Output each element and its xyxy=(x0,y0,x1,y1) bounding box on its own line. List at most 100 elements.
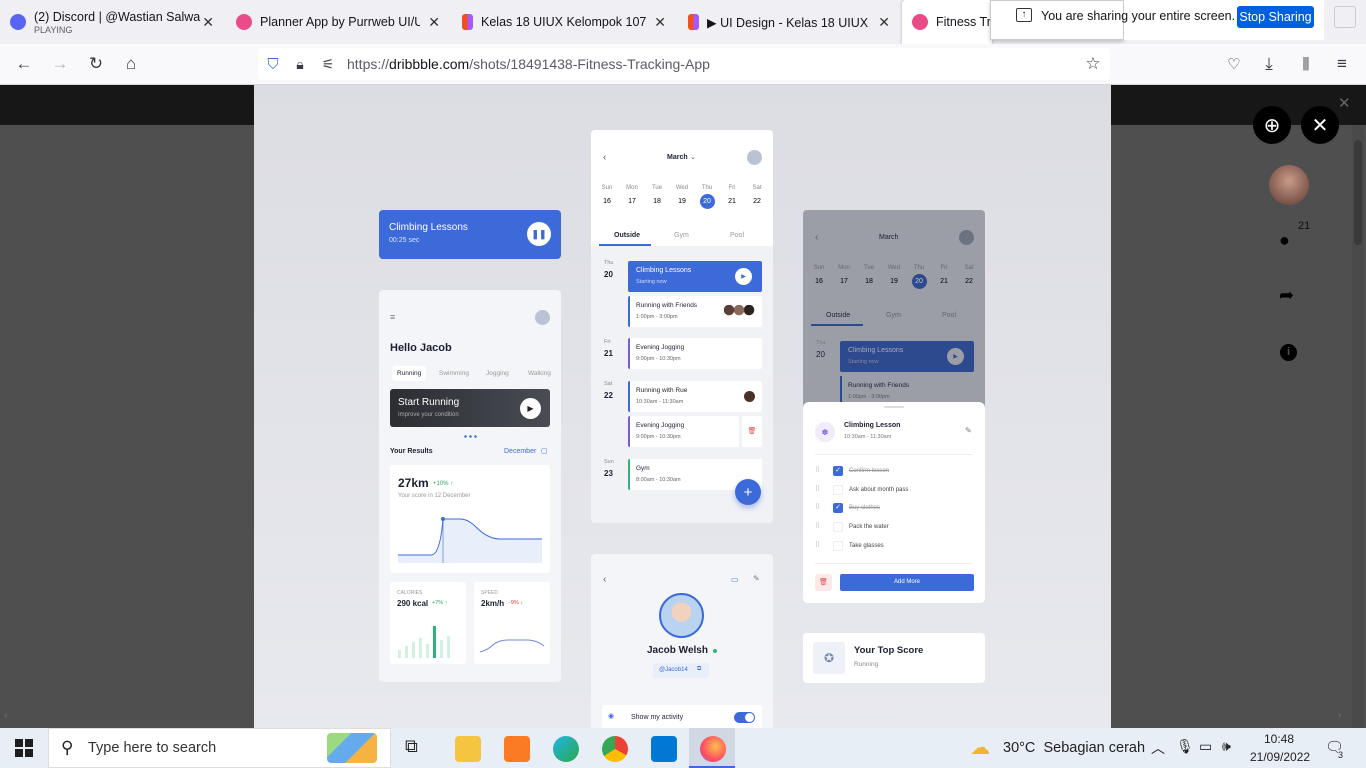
search-highlight-icon[interactable] xyxy=(327,733,377,763)
scrollbar-thumb[interactable] xyxy=(1354,140,1362,245)
checklist-item[interactable]: ⠿ Take glasses xyxy=(815,539,975,558)
volume-icon[interactable]: 🕪︎ xyxy=(1222,738,1231,755)
event-card-active[interactable]: Climbing Lessons Starting now ▶ xyxy=(840,341,974,372)
close-tab-icon[interactable]: ✕ xyxy=(428,14,440,31)
zoom-in-button[interactable]: ⊕ xyxy=(1253,106,1291,144)
copy-icon[interactable]: ⧉ xyxy=(697,666,701,673)
scroll-left-arrow[interactable]: ‹ xyxy=(4,710,7,721)
month-selector[interactable]: December xyxy=(504,448,536,455)
back-chevron-icon[interactable]: ‹ xyxy=(815,232,818,243)
avatar[interactable] xyxy=(747,150,762,165)
tab-outside[interactable]: Outside xyxy=(826,312,850,319)
lock-icon[interactable]: 🔒︎ xyxy=(290,54,310,74)
forward-icon[interactable]: → xyxy=(50,54,70,74)
info-icon[interactable]: i xyxy=(1280,344,1297,361)
menu-icon[interactable]: ≡ xyxy=(1332,54,1352,74)
drag-handle-icon[interactable]: ⠿ xyxy=(815,541,820,549)
close-shot-button[interactable]: ✕ xyxy=(1301,106,1339,144)
add-event-button[interactable]: + xyxy=(735,479,761,505)
climbing-player-card[interactable]: Climbing Lessons 00:25 sec ❚❚ xyxy=(379,210,561,259)
clock-time[interactable]: 10:48 xyxy=(1264,732,1294,746)
day-item-selected[interactable]: Thu 20 xyxy=(907,265,931,295)
weather-text[interactable]: 30°C Sebagian cerah xyxy=(1003,740,1145,756)
event-card[interactable]: Running with Rue 10:30am - 11:30am xyxy=(628,381,762,412)
start-running-banner[interactable]: Start Running Improve your condition ▶ xyxy=(390,389,550,427)
calendar-icon[interactable]: ▢ xyxy=(541,447,548,455)
checklist-item[interactable]: ⠿ ✓ Confirm lesson xyxy=(815,464,975,483)
edge-icon[interactable] xyxy=(553,736,579,762)
calendar-month[interactable]: March xyxy=(667,154,688,161)
drag-handle-icon[interactable]: ⠿ xyxy=(815,522,820,530)
checkbox[interactable] xyxy=(833,522,843,533)
permissions-icon[interactable]: ⚟ xyxy=(318,54,338,74)
event-card[interactable]: Running with Friends 1:00pm - 3:00pm xyxy=(628,296,762,327)
chevron-up-icon[interactable]: ︿ xyxy=(1151,738,1165,758)
day-item-selected[interactable]: Thu 20 xyxy=(695,185,719,215)
download-icon[interactable]: ⤓ xyxy=(1259,54,1279,74)
image-icon[interactable]: ▭ xyxy=(731,575,739,584)
reload-icon[interactable]: ↻ xyxy=(86,54,106,74)
vscode-icon[interactable] xyxy=(651,736,677,762)
tab-discord[interactable]: (2) Discord | @Wastian Salwa PLAYING ✕ xyxy=(0,0,222,44)
chrome-icon[interactable] xyxy=(602,736,628,762)
comment-icon[interactable]: ● xyxy=(1279,230,1290,251)
back-chevron-icon[interactable]: ‹ xyxy=(603,574,606,585)
network-icon[interactable]: ▭ xyxy=(1199,738,1212,755)
day-item[interactable]: Fri 21 xyxy=(720,185,744,215)
day-item[interactable]: Sun 16 xyxy=(807,265,831,295)
activity-toggle[interactable] xyxy=(734,712,755,723)
tab-figma-2[interactable]: ▶ UI Design - Kelas 18 UIUX Kel ✕ xyxy=(678,0,898,44)
tab-gym[interactable]: Gym xyxy=(886,312,901,319)
day-item[interactable]: Sat 22 xyxy=(957,265,981,295)
weather-icon[interactable]: ☁ xyxy=(970,735,990,760)
top-score-card[interactable]: ✪ Your Top Score Running xyxy=(803,633,985,683)
tab-gym[interactable]: Gym xyxy=(674,232,689,239)
avatar[interactable] xyxy=(959,230,974,245)
stop-sharing-button[interactable]: Stop Sharing xyxy=(1237,6,1314,28)
shield-icon[interactable]: ⛉ xyxy=(263,54,283,74)
sharing-close-button[interactable] xyxy=(1334,6,1356,28)
event-card[interactable]: Evening Jogging 9:00pm - 10:30pm xyxy=(628,338,762,369)
add-more-button[interactable]: Add More xyxy=(840,574,974,591)
xampp-icon[interactable] xyxy=(504,736,530,762)
share-icon[interactable]: ➦ xyxy=(1279,285,1294,306)
edit-icon[interactable]: ✎ xyxy=(965,426,972,435)
checklist-item[interactable]: ⠿ ✓ Buy clothes xyxy=(815,501,975,520)
task-view-icon[interactable]: ⧉ xyxy=(405,736,418,757)
edit-icon[interactable]: ✎ xyxy=(753,574,760,583)
day-item[interactable]: Tue 18 xyxy=(645,185,669,215)
checklist-item[interactable]: ⠿ Ask about month pass xyxy=(815,483,975,502)
tab-figma-1[interactable]: Kelas 18 UIUX Kelompok 107 – F ✕ xyxy=(452,0,674,44)
delete-button[interactable]: 🗑︎ xyxy=(742,416,762,447)
handle-badge[interactable]: @Jacob14 ⧉ xyxy=(653,663,709,678)
tab-swimming[interactable]: Swimming xyxy=(439,370,469,377)
chevron-down-icon[interactable]: ⌄ xyxy=(690,153,696,161)
pocket-icon[interactable]: ♡ xyxy=(1224,54,1244,74)
play-button[interactable]: ▶ xyxy=(947,348,964,365)
scroll-right-arrow[interactable]: › xyxy=(1338,710,1341,721)
day-item[interactable]: Sat 22 xyxy=(745,185,769,215)
close-tab-icon[interactable]: ✕ xyxy=(878,14,890,31)
back-icon[interactable]: ← xyxy=(14,54,34,74)
tab-outside[interactable]: Outside xyxy=(614,232,640,239)
checkbox[interactable] xyxy=(833,540,843,551)
day-item[interactable]: Wed 19 xyxy=(670,185,694,215)
day-item[interactable]: Mon 17 xyxy=(620,185,644,215)
drag-handle-icon[interactable]: ⠿ xyxy=(815,485,820,493)
tab-pool[interactable]: Pool xyxy=(730,232,744,239)
tab-walking[interactable]: Walking xyxy=(528,370,551,377)
event-card[interactable]: Evening Jogging 9:00pm - 10:30pm xyxy=(628,416,739,447)
avatar[interactable] xyxy=(535,310,550,325)
calendar-month[interactable]: March xyxy=(879,234,898,241)
microphone-icon[interactable]: 🎙︎ xyxy=(1176,738,1194,755)
hamburger-icon[interactable]: ≡ xyxy=(390,312,395,322)
drag-handle-icon[interactable]: ⠿ xyxy=(815,466,820,474)
drag-handle-icon[interactable]: ⠿ xyxy=(815,503,820,511)
sheet-handle[interactable] xyxy=(884,406,904,408)
tab-jogging[interactable]: Jogging xyxy=(486,370,509,377)
pause-button[interactable]: ❚❚ xyxy=(527,222,551,246)
start-button[interactable] xyxy=(15,739,33,757)
close-tab-icon[interactable]: ✕ xyxy=(202,14,214,31)
bookmark-star-icon[interactable]: ☆ xyxy=(1083,54,1103,74)
event-card-active[interactable]: Climbing Lessons Starting now ▶ xyxy=(628,261,762,292)
